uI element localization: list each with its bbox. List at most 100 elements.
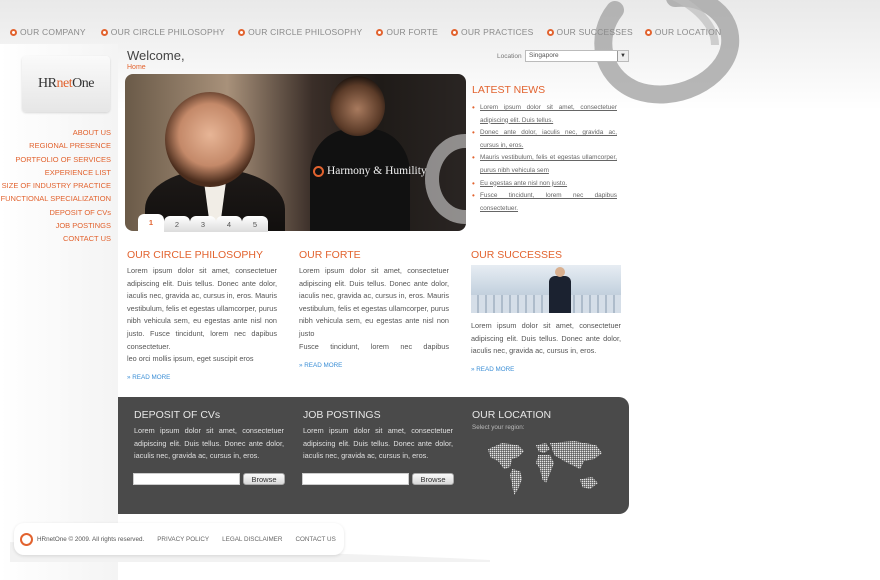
section-title: OUR SUCCESSES — [471, 249, 563, 261]
sidebar-navigation: ABOUT US REGIONAL PRESENCE PORTFOLIO OF … — [1, 126, 111, 246]
location-value: Singapore — [529, 52, 559, 59]
sidebar-item-industry-practice[interactable]: SIZE OF INDUSTRY PRACTICE — [1, 179, 111, 192]
hero-photo-woman — [165, 92, 255, 187]
logo-text: HRnetOne — [38, 76, 94, 91]
sidebar-item-functional-specialization[interactable]: FUNCTIONAL SPECIALIZATION — [1, 192, 111, 205]
section-text-continued: Fusce tincidunt, lorem nec dapibus — [299, 341, 449, 351]
top-nav-our-company[interactable]: OUR COMPANY — [10, 27, 86, 37]
sidebar-item-deposit-cvs[interactable]: DEPOSIT OF CVs — [1, 206, 111, 219]
job-file-input[interactable] — [302, 473, 409, 485]
services-panel: DEPOSIT OF CVs Lorem ipsum dolor sit ame… — [118, 397, 629, 514]
top-navigation: OUR COMPANY OUR CIRCLE PHILOSOPHY OUR CI… — [10, 27, 721, 37]
deposit-cv-form: Browse — [133, 473, 285, 485]
section-text: Lorem ipsum dolor sit amet, consectetuer… — [299, 266, 449, 338]
top-nav-label: OUR FORTE — [386, 27, 439, 37]
top-nav-label: OUR CIRCLE PHILOSOPHY — [110, 27, 226, 37]
top-nav-circle-philosophy[interactable]: OUR CIRCLE PHILOSOPHY — [100, 27, 226, 37]
top-nav-location[interactable]: OUR LOCATION — [644, 27, 722, 37]
news-link[interactable]: Mauris vestibulum, felis et egestas ulla… — [480, 154, 617, 174]
top-nav-label: OUR PRACTICES — [461, 27, 534, 37]
read-more-link[interactable]: » READ MORE — [299, 362, 449, 369]
logo[interactable]: HRnetOne — [22, 56, 110, 112]
bullet-icon — [376, 28, 384, 36]
sidebar-item-experience-list[interactable]: EXPERIENCE LIST — [1, 166, 111, 179]
world-map-icon[interactable] — [484, 439, 606, 497]
browse-button[interactable]: Browse — [243, 473, 285, 485]
sidebar-item-job-postings[interactable]: JOB POSTINGS — [1, 219, 111, 232]
block-text: Lorem ipsum dolor sit amet, consectetuer… — [303, 426, 453, 461]
top-nav-label: OUR LOCATION — [654, 27, 722, 37]
bullet-icon — [451, 28, 459, 36]
sidebar-item-about-us[interactable]: ABOUT US — [1, 126, 111, 139]
footer-link-privacy[interactable]: PRIVACY POLICY — [157, 536, 209, 543]
sidebar-item-regional-presence[interactable]: REGIONAL PRESENCE — [1, 139, 111, 152]
block-title: OUR LOCATION — [472, 409, 552, 421]
hero-page-5[interactable]: 5 — [242, 216, 268, 232]
news-item: Lorem ipsum dolor sit amet, consectetuer… — [472, 102, 617, 127]
photo-person-body — [549, 276, 571, 313]
sidebar-item-portfolio[interactable]: PORTFOLIO OF SERVICES — [1, 153, 111, 166]
bullet-icon — [546, 28, 554, 36]
latest-news-list: Lorem ipsum dolor sit amet, consectetuer… — [472, 102, 617, 215]
hero-page-3[interactable]: 3 — [190, 216, 216, 232]
photo-person — [549, 267, 571, 313]
block-text: Lorem ipsum dolor sit amet, consectetuer… — [134, 426, 284, 461]
section-title: OUR FORTE — [299, 249, 361, 261]
browse-button[interactable]: Browse — [412, 473, 454, 485]
section-text: Lorem ipsum dolor sit amet, consectetuer… — [471, 321, 621, 356]
footer-link-contact[interactable]: CONTACT US — [295, 536, 335, 543]
hero-photo-man — [330, 76, 385, 136]
top-nav-successes[interactable]: OUR SUCCESSES — [546, 27, 633, 37]
latest-news-title: LATEST NEWS — [472, 84, 546, 96]
breadcrumb[interactable]: Home — [127, 64, 146, 71]
news-link[interactable]: Eu egestas ante nisl non justo. — [480, 180, 567, 187]
section-text: Lorem ipsum dolor sit amet, consectetuer… — [127, 266, 277, 351]
sidebar-item-contact-us[interactable]: CONTACT US — [1, 232, 111, 245]
news-item: Eu egestas ante nisl non justo. — [472, 178, 617, 191]
page-title: Welcome, — [127, 48, 185, 63]
hero-ring-decoration — [425, 134, 466, 224]
top-nav-label: OUR SUCCESSES — [556, 27, 633, 37]
photo-floor — [471, 295, 621, 313]
hero-page-1[interactable]: 1 — [138, 214, 164, 232]
hero-caption-text: Harmony & Humility — [327, 165, 427, 177]
bullet-icon — [644, 28, 652, 36]
read-more-link[interactable]: » READ MORE — [471, 366, 621, 373]
news-link[interactable]: Donec ante dolor, iaculis nec, gravida a… — [480, 129, 617, 149]
cv-file-input[interactable] — [133, 473, 240, 485]
top-nav-label: OUR COMPANY — [20, 27, 86, 37]
successes-section: OUR SUCCESSES Lorem ipsum dolor sit amet… — [471, 249, 621, 373]
ring-logo-icon — [20, 532, 33, 546]
section-title: OUR CIRCLE PHILOSOPHY — [127, 249, 263, 261]
news-item: Mauris vestibulum, felis et egestas ulla… — [472, 152, 617, 177]
sidebar-background — [0, 44, 118, 580]
block-title: DEPOSIT OF CVs — [134, 409, 221, 421]
section-text-continued: leo orci mollis ipsum, eget suscipit ero… — [127, 354, 254, 364]
hero-caption: Harmony & Humility — [313, 165, 427, 177]
footer-link-legal[interactable]: LEGAL DISCLAIMER — [222, 536, 282, 543]
hero-pager: 1 2 3 4 5 — [138, 214, 268, 232]
top-nav-circle-philosophy-2[interactable]: OUR CIRCLE PHILOSOPHY — [238, 27, 362, 37]
deposit-cvs-block: DEPOSIT OF CVs Lorem ipsum dolor sit ame… — [134, 409, 284, 463]
read-more-link[interactable]: » READ MORE — [127, 374, 277, 381]
bullet-icon — [10, 28, 17, 36]
copyright-text: HRnetOne © 2009. All rights reserved. — [37, 535, 145, 543]
hero-photo-man-body — [310, 129, 410, 231]
hero-page-2[interactable]: 2 — [164, 216, 190, 232]
top-nav-forte[interactable]: OUR FORTE — [376, 27, 438, 37]
top-nav-label: OUR CIRCLE PHILOSOPHY — [248, 27, 363, 37]
location-label: Location — [497, 53, 522, 60]
ring-logo-icon — [313, 165, 324, 177]
news-link[interactable]: Fusce tincidunt, lorem nec dapibus conse… — [480, 192, 617, 212]
news-link[interactable]: Lorem ipsum dolor sit amet, consectetuer… — [480, 104, 617, 124]
footer: HRnetOne © 2009. All rights reserved. PR… — [14, 523, 344, 555]
chevron-down-icon[interactable]: ▼ — [617, 51, 628, 61]
successes-photo — [471, 265, 621, 313]
hero-page-4[interactable]: 4 — [216, 216, 242, 232]
our-location-block: OUR LOCATION Select your region: — [472, 409, 622, 431]
job-postings-block: JOB POSTINGS Lorem ipsum dolor sit amet,… — [303, 409, 453, 463]
circle-philosophy-section: OUR CIRCLE PHILOSOPHY Lorem ipsum dolor … — [127, 249, 277, 381]
location-select[interactable]: Singapore ▼ — [525, 50, 629, 62]
top-nav-practices[interactable]: OUR PRACTICES — [451, 27, 534, 37]
block-subtitle: Select your region: — [472, 424, 525, 431]
